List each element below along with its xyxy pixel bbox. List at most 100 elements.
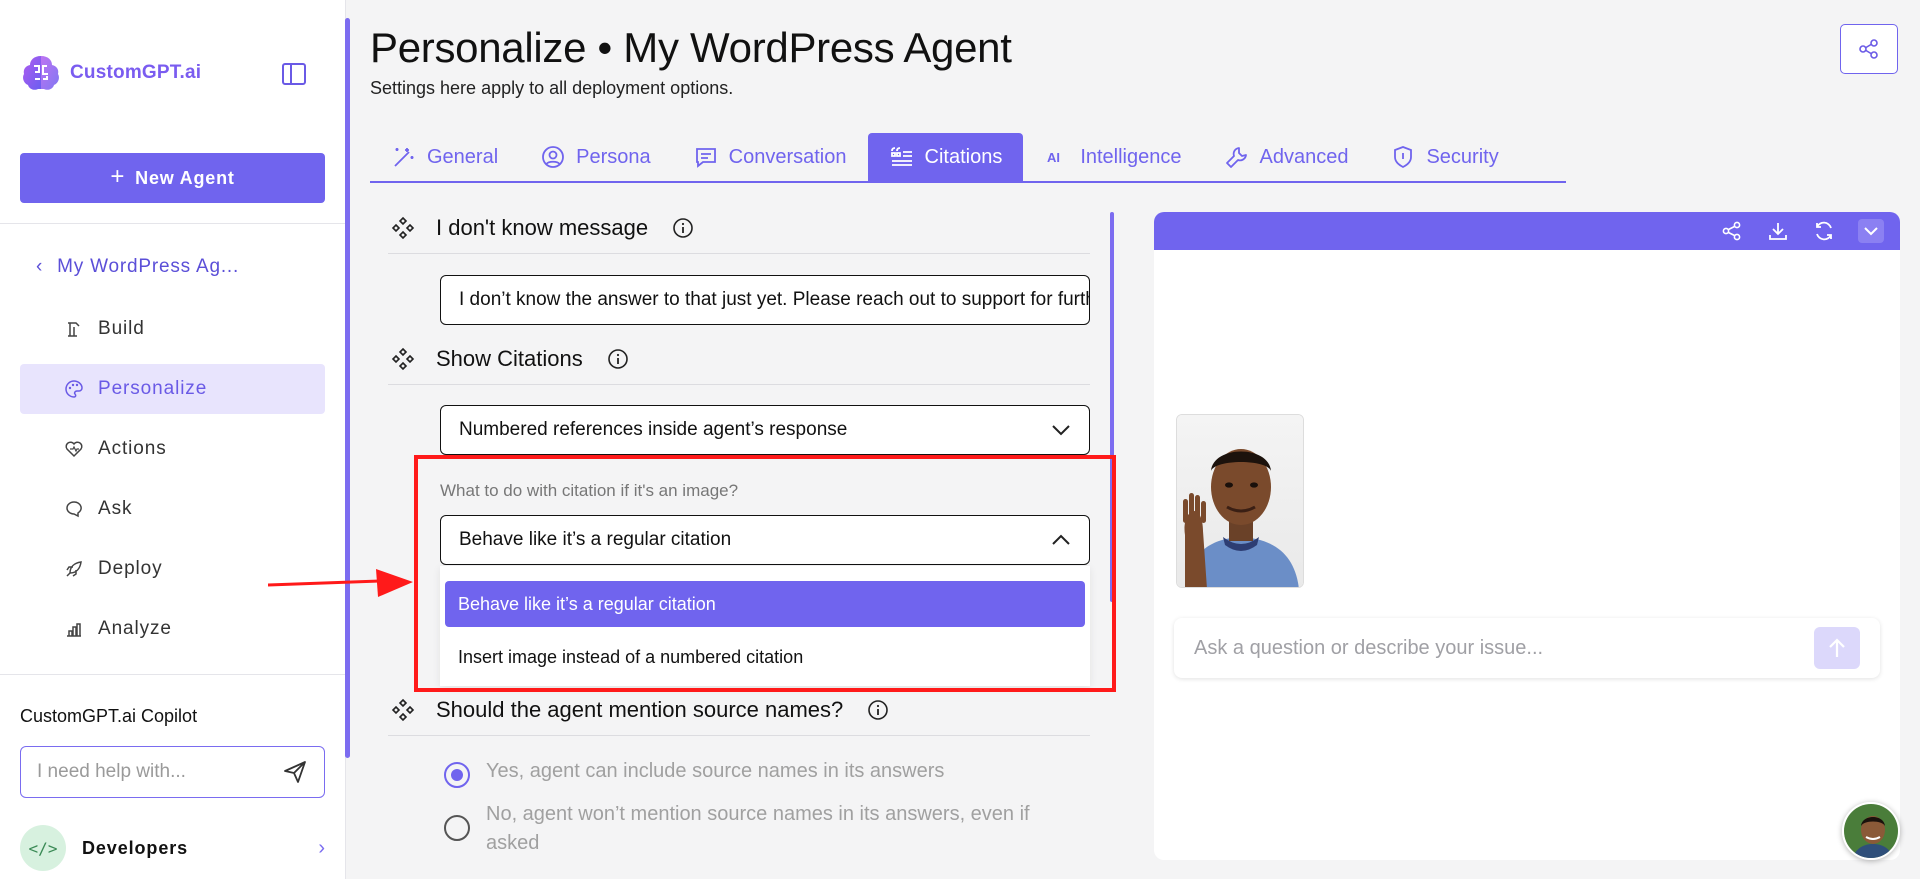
radio-label: Yes, agent can include source names in i… [486,760,945,782]
citations-section-header: Show Citations [390,346,629,372]
tab-label: Intelligence [1080,145,1182,168]
chart-icon [67,623,81,637]
radio-unselected[interactable] [444,815,470,841]
actions-icon [65,441,83,458]
sidebar-item-label: Analyze [98,618,172,639]
sidebar-toggle-icon[interactable] [280,60,308,88]
drag-handle-icon[interactable] [390,215,416,241]
info-icon[interactable] [867,699,889,721]
citations-title: Show Citations [436,346,583,371]
copilot-title: CustomGPT.ai Copilot [20,706,198,726]
section-divider [388,253,1090,254]
dropdown-option[interactable]: Insert image instead of a numbered citat… [445,634,1085,680]
agent-preview [1154,212,1900,860]
chevron-down-icon [1052,425,1070,436]
tab-label: Citations [924,145,1003,168]
arrow-up-icon [1829,638,1845,657]
share-icon[interactable] [1720,219,1744,243]
new-agent-label: New Agent [135,167,235,188]
radio-label: No, agent won’t mention source names in … [486,803,1030,854]
sidebar-nav: Build Personalize Actions Ask Deploy Ana… [20,304,325,664]
tab-persona[interactable]: Persona [519,133,672,181]
developers-link[interactable]: </> Developers › [20,825,325,871]
wrench-icon [1225,147,1247,168]
share-icon [1859,39,1878,59]
chevron-up-icon [1052,534,1070,545]
chat-input[interactable] [1194,636,1794,660]
sidebar-item-label: Build [98,318,145,339]
sidebar-item-build[interactable]: Build [20,304,325,354]
chat-input-box[interactable] [1174,618,1880,678]
send-icon[interactable] [282,759,308,785]
wand-icon [394,148,414,167]
sidebar-item-label: Deploy [98,558,163,579]
copilot-input[interactable] [37,761,257,783]
source-names-option-yes[interactable]: Yes, agent can include source names in i… [444,760,944,788]
refresh-icon[interactable] [1812,219,1836,243]
tab-general[interactable]: General [370,133,519,181]
chat-icon [66,501,82,518]
sidebar-item-analyze[interactable]: Analyze [20,604,325,654]
sidebar-item-actions[interactable]: Actions [20,424,325,474]
section-divider [388,384,1090,385]
new-agent-button[interactable]: + New Agent [20,153,325,203]
share-button[interactable] [1840,24,1898,74]
brand-logo[interactable]: CustomGPT.ai [20,52,201,94]
idk-title: I don't know message [436,215,649,240]
sidebar-item-ask[interactable]: Ask [20,484,325,534]
drag-handle-icon[interactable] [390,697,416,723]
section-divider [388,735,1090,736]
tab-label: Conversation [728,145,847,168]
source-names-section-header: Should the agent mention source names? [390,697,889,723]
sidebar-item-label: Actions [98,438,167,459]
message-icon [695,148,716,168]
citations-icon [890,147,912,166]
svg-text:AI: AI [1047,150,1060,165]
ai-icon: AI [1047,150,1060,165]
tab-advanced[interactable]: Advanced [1203,133,1370,181]
annotation-arrow-icon [268,569,413,597]
rocket-icon [66,561,82,577]
agent-name: My WordPress Ag... [57,256,240,277]
page-title: Personalize • My WordPress Agent [370,24,1012,71]
dropdown-option[interactable]: Behave like it’s a regular citation [445,581,1085,627]
download-icon[interactable] [1766,219,1790,243]
idk-message-input[interactable]: I don’t know the answer to that just yet… [440,275,1090,325]
agent-back-link[interactable]: ‹ My WordPress Ag... [36,256,239,278]
chevron-down-icon[interactable] [1858,219,1884,243]
agent-avatar-image [1176,414,1304,588]
tab-conversation[interactable]: Conversation [672,133,868,181]
tab-label: Security [1426,145,1499,168]
chevron-right-icon: › [318,836,325,859]
source-names-option-no[interactable]: No, agent won’t mention source names in … [444,800,1084,858]
preview-toolbar [1154,212,1900,250]
page-subtitle: Settings here apply to all deployment op… [370,78,734,98]
tab-label: Advanced [1259,145,1349,168]
citations-select[interactable]: Numbered references inside agent’s respo… [440,405,1090,455]
brain-logo-icon [23,56,59,90]
idk-section-header: I don't know message [390,215,694,241]
drag-handle-icon[interactable] [390,346,416,372]
send-button[interactable] [1814,627,1860,669]
sidebar-divider [0,223,345,224]
developers-label: Developers [82,837,189,858]
support-chat-avatar[interactable] [1842,802,1900,860]
sidebar-item-label: Ask [98,498,133,519]
sidebar-item-personalize[interactable]: Personalize [20,364,325,414]
sidebar-scrollbar[interactable] [345,18,350,758]
source-names-title: Should the agent mention source names? [436,697,844,722]
settings-scrollbar[interactable] [1110,212,1114,602]
tab-intelligence[interactable]: AI Intelligence [1023,133,1202,181]
copilot-input-box[interactable] [20,746,325,798]
info-icon[interactable] [607,348,629,370]
radio-selected[interactable] [444,762,470,788]
citations-select-value: Numbered references inside agent’s respo… [459,419,848,440]
info-icon[interactable] [672,217,694,239]
sidebar: CustomGPT.ai + New Agent ‹ My WordPress … [0,0,346,879]
image-citation-select[interactable]: Behave like it’s a regular citation [440,515,1090,565]
tab-citations[interactable]: Citations [867,133,1024,181]
settings-tabs: General Persona Conversation Citations A… [370,133,1566,183]
plus-icon: + [110,163,126,190]
tab-security[interactable]: Security [1369,133,1519,181]
sidebar-item-label: Personalize [98,378,208,399]
